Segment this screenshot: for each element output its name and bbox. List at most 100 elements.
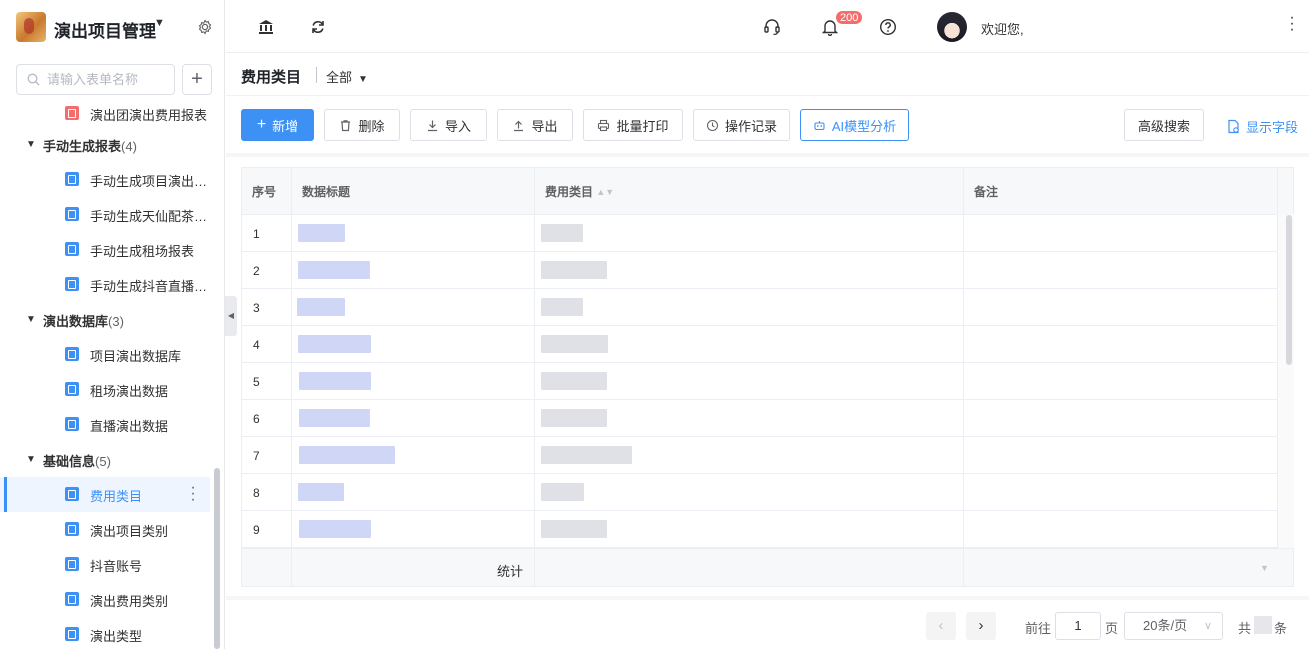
show-fields-button[interactable]: 显示字段 bbox=[1226, 117, 1298, 136]
sidebar-item[interactable]: 抖音账号 bbox=[0, 547, 210, 582]
export-button[interactable]: 导出 bbox=[497, 109, 573, 141]
add-form-button[interactable]: + bbox=[182, 64, 212, 95]
app-logo bbox=[16, 12, 46, 42]
group-performance-db[interactable]: ▼ 演出数据库(3) bbox=[0, 302, 210, 337]
sidebar-item[interactable]: 项目演出数据库 bbox=[0, 337, 210, 372]
column-header-remark[interactable]: 备注 bbox=[974, 183, 998, 200]
import-button[interactable]: 导入 bbox=[410, 109, 487, 141]
form-icon bbox=[65, 207, 79, 221]
table-row[interactable]: 5 bbox=[242, 363, 1277, 400]
next-page-button[interactable]: › bbox=[966, 612, 996, 640]
view-filter-dropdown[interactable]: 全部 ▼ bbox=[326, 67, 368, 86]
table-row[interactable]: 6 bbox=[242, 400, 1277, 437]
table-row[interactable]: 3 bbox=[242, 289, 1277, 326]
table-row[interactable]: 4 bbox=[242, 326, 1277, 363]
sidebar-scrollbar[interactable] bbox=[214, 468, 220, 649]
help-icon[interactable] bbox=[879, 18, 897, 36]
add-button[interactable]: + 新增 bbox=[241, 109, 314, 141]
row-index: 8 bbox=[253, 486, 260, 500]
advanced-search-button[interactable]: 高级搜索 bbox=[1124, 109, 1204, 141]
app-switch-caret-icon[interactable]: ▼ bbox=[154, 17, 165, 29]
sidebar-item-label: 项目演出数据库 bbox=[90, 349, 182, 364]
sidebar-item[interactable]: 租场演出数据 bbox=[0, 372, 210, 407]
table-row[interactable]: 7 bbox=[242, 437, 1277, 474]
sidebar-item[interactable]: 直播演出数据 bbox=[0, 407, 210, 442]
group-manual-reports[interactable]: ▼ 手动生成报表(4) bbox=[0, 127, 210, 162]
table-row[interactable]: 1 bbox=[242, 215, 1277, 252]
redacted-title bbox=[298, 224, 345, 242]
refresh-icon[interactable] bbox=[309, 18, 327, 36]
column-divider bbox=[534, 168, 535, 586]
sidebar-search-input[interactable] bbox=[47, 69, 167, 90]
group-basic-info[interactable]: ▼ 基础信息(5) bbox=[0, 442, 210, 477]
more-vertical-icon[interactable]: · · · bbox=[1288, 10, 1296, 38]
settings-gear-icon[interactable] bbox=[196, 18, 214, 36]
app-title[interactable]: 演出项目管理 bbox=[54, 17, 156, 42]
headset-icon[interactable] bbox=[763, 18, 781, 36]
sidebar-item-active[interactable]: 费用类目 · · · bbox=[0, 477, 210, 512]
sidebar-item-label: 演出团演出费用报表 bbox=[90, 108, 208, 123]
redacted-title bbox=[298, 335, 371, 353]
sidebar-item[interactable]: 手动生成租场报表 bbox=[0, 232, 210, 267]
form-icon bbox=[65, 347, 79, 361]
prev-page-button[interactable]: ‹ bbox=[926, 612, 956, 640]
delete-button-label: 删除 bbox=[358, 118, 385, 134]
caret-down-icon: ▼ bbox=[358, 74, 368, 85]
data-table: 序号 数据标题 费用类目 ▲▼ 备注 1 2 3 4 5 6 7 8 9 统计 … bbox=[241, 167, 1294, 587]
sidebar-item[interactable]: 手动生成抖音直播报表 bbox=[0, 267, 210, 302]
column-header-category[interactable]: 费用类目 ▲▼ bbox=[545, 183, 614, 200]
sort-icon[interactable]: ▲▼ bbox=[596, 187, 614, 197]
redacted-category bbox=[541, 298, 583, 316]
sidebar-item[interactable]: 演出费用类别 bbox=[0, 582, 210, 617]
operation-log-button[interactable]: 操作记录 bbox=[693, 109, 790, 141]
table-row[interactable]: 2 bbox=[242, 252, 1277, 289]
redacted-category bbox=[541, 372, 607, 390]
delete-button[interactable]: 删除 bbox=[324, 109, 400, 141]
show-fields-label: 显示字段 bbox=[1246, 120, 1299, 135]
table-row[interactable]: 9 bbox=[242, 511, 1277, 548]
bank-icon[interactable] bbox=[257, 18, 275, 36]
sidebar-item-label: 演出项目类别 bbox=[90, 524, 169, 539]
table-row[interactable]: 8 bbox=[242, 474, 1277, 511]
form-icon bbox=[65, 522, 79, 536]
redacted-title bbox=[299, 446, 395, 464]
sidebar-item[interactable]: 手动生成天仙配茶报表 bbox=[0, 197, 210, 232]
row-index: 3 bbox=[253, 301, 260, 315]
sidebar-search[interactable] bbox=[16, 64, 175, 95]
sidebar-item-truncated[interactable]: 演出团演出费用报表 bbox=[0, 96, 210, 131]
page-size-select[interactable]: 20条/页 ∨ bbox=[1124, 612, 1223, 640]
welcome-text: 欢迎您, bbox=[981, 22, 1024, 37]
pager-separator bbox=[226, 596, 1309, 600]
sidebar-item[interactable]: 演出类型 bbox=[0, 617, 210, 649]
page-title: 费用类目 bbox=[241, 69, 302, 86]
sidebar-item-label: 演出类型 bbox=[90, 629, 143, 644]
clock-icon bbox=[706, 119, 719, 131]
table-scrollbar[interactable] bbox=[1286, 215, 1292, 365]
sidebar: 演出项目管理 ▼ + 演出团演出费用报表 ▼ 手动生成报表(4) 手动生成项目演… bbox=[0, 0, 225, 649]
summary-dropdown-icon[interactable]: ▼ bbox=[1260, 563, 1269, 573]
total-suffix: 条 bbox=[1274, 621, 1288, 636]
more-vertical-icon[interactable]: · · · bbox=[188, 480, 198, 508]
sidebar-item[interactable]: 演出项目类别 bbox=[0, 512, 210, 547]
form-icon bbox=[65, 242, 79, 256]
user-avatar[interactable] bbox=[937, 12, 967, 42]
view-filter-label: 全部 bbox=[326, 70, 353, 85]
redacted-total-count bbox=[1254, 616, 1272, 634]
row-index: 2 bbox=[253, 264, 260, 278]
redacted-title bbox=[299, 409, 370, 427]
redacted-category bbox=[541, 261, 607, 279]
page-number-input[interactable]: 1 bbox=[1055, 612, 1101, 640]
redacted-category bbox=[541, 446, 632, 464]
sidebar-collapse-toggle[interactable]: ◀ bbox=[225, 296, 237, 336]
sidebar-item[interactable]: 手动生成项目演出报表 bbox=[0, 162, 210, 197]
title-divider bbox=[316, 67, 317, 83]
batch-print-button[interactable]: 批量打印 bbox=[583, 109, 683, 141]
download-icon bbox=[427, 120, 437, 131]
ai-analysis-button[interactable]: AI模型分析 bbox=[800, 109, 909, 141]
column-header-title[interactable]: 数据标题 bbox=[302, 183, 350, 200]
sidebar-item-label: 演出费用类别 bbox=[90, 594, 169, 609]
header-divider bbox=[226, 95, 1309, 96]
total-prefix: 共 bbox=[1238, 621, 1252, 636]
redacted-category bbox=[541, 483, 584, 501]
export-button-label: 导出 bbox=[531, 118, 558, 134]
